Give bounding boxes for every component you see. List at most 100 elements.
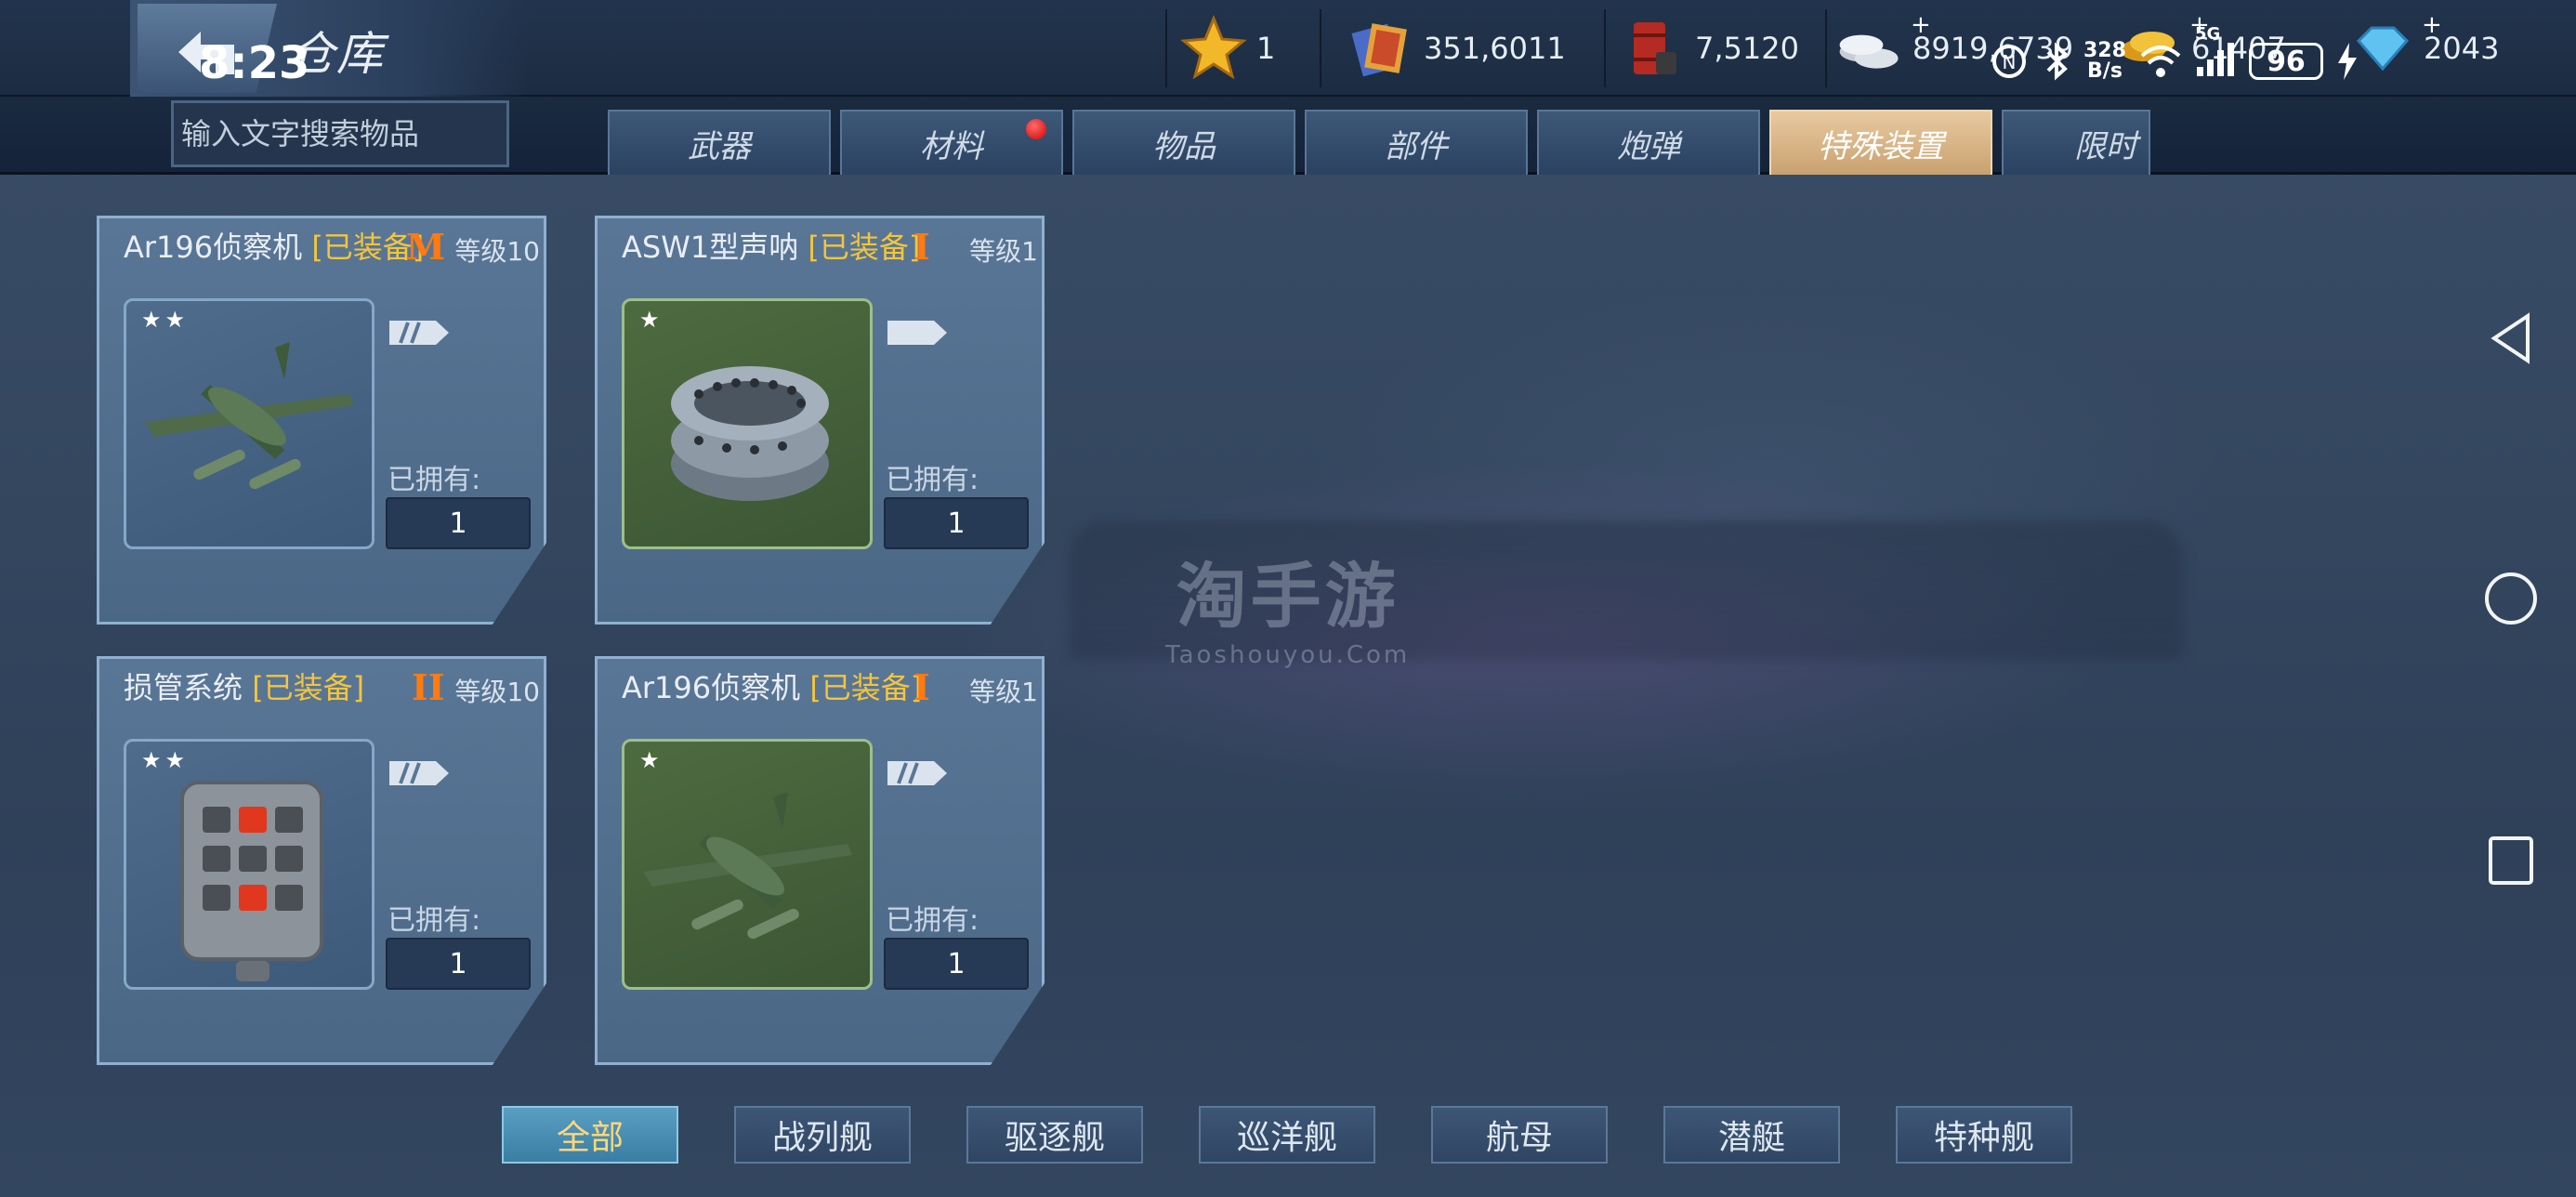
star-rating: ★★	[141, 747, 190, 773]
oil-barrel-icon	[1619, 15, 1686, 82]
item-name: Ar196侦察机 [已装备]	[124, 230, 425, 265]
owned-label: 已拥有:	[886, 464, 979, 496]
nfc-icon: N	[1992, 45, 2026, 78]
rank-badge: I	[913, 666, 930, 708]
rank-badge: M	[406, 226, 446, 268]
owned-count: 1	[386, 497, 531, 549]
star-rating: ★★	[141, 307, 190, 333]
rank-badge: II	[412, 666, 445, 708]
currency-value: 351,6011	[1424, 31, 1566, 66]
owned-count: 1	[386, 938, 531, 990]
wifi-icon	[2140, 46, 2181, 77]
grade-icon	[389, 321, 449, 345]
filter-battleship[interactable]: 战列舰	[734, 1106, 911, 1164]
tab-materials[interactable]: 材料	[840, 110, 1063, 175]
filter-label: 战列舰	[771, 1119, 873, 1157]
tab-parts[interactable]: 部件	[1305, 110, 1528, 175]
nav-home-icon[interactable]	[2483, 571, 2539, 626]
item-card[interactable]: ASW1型声呐 [已装备] I 等级1 ★ 已拥有: 1	[595, 216, 1045, 625]
signal-strength: 5G	[2195, 24, 2236, 82]
item-level: 等级1	[969, 677, 1038, 707]
filter-label: 驱逐舰	[1004, 1119, 1105, 1157]
filter-cruiser[interactable]: 巡洋舰	[1199, 1106, 1375, 1164]
item-card[interactable]: Ar196侦察机 [已装备] I 等级1 ★ 已拥有: 1	[595, 656, 1045, 1065]
item-level: 等级10	[454, 677, 540, 707]
top-bar: 仓库 8:23 1 351,6011 7,5120 8919,6739 + 61…	[0, 0, 2576, 97]
tab-label: 部件	[1385, 127, 1448, 165]
network-speed: 328 B/s	[2083, 39, 2126, 83]
signal-bars-icon	[2196, 43, 2234, 76]
tab-weapons[interactable]: 武器	[608, 110, 831, 175]
status-time: 8:23	[199, 37, 310, 89]
grade-icon	[389, 761, 449, 785]
tab-label: 炮弹	[1617, 127, 1680, 165]
item-thumbnail: ★★	[124, 739, 375, 990]
rank-badge: I	[913, 226, 930, 268]
star-rating: ★	[639, 747, 664, 773]
tab-special-devices[interactable]: 特殊装置	[1769, 110, 1992, 175]
owned-label: 已拥有:	[388, 464, 481, 496]
currency-value: 7,5120	[1695, 31, 1799, 66]
filter-destroyer[interactable]: 驱逐舰	[966, 1106, 1143, 1164]
filter-label: 全部	[556, 1119, 624, 1157]
filter-label: 潜艇	[1717, 1119, 1785, 1157]
add-diamond-icon[interactable]: +	[2422, 11, 2442, 39]
grade-icon	[887, 761, 947, 785]
tab-limited[interactable]: 限时	[2002, 110, 2150, 175]
filter-label: 特种舰	[1933, 1119, 2034, 1157]
notification-dot-icon	[1026, 119, 1046, 139]
filter-submarine[interactable]: 潜艇	[1663, 1106, 1840, 1164]
item-card[interactable]: Ar196侦察机 [已装备] M 等级10 ★★ 已拥有: 1	[97, 216, 546, 625]
tab-items[interactable]: 物品	[1072, 110, 1295, 175]
equipped-tag: [已装备]	[252, 670, 365, 705]
item-card[interactable]: 损管系统 [已装备] II 等级10 ★★ 已拥有: 1	[97, 656, 546, 1065]
divider	[1165, 9, 1167, 87]
item-level: 等级10	[454, 236, 540, 267]
currency-books: 351,6011	[1347, 19, 1566, 78]
seaplane-icon	[643, 792, 852, 940]
tab-label: 武器	[688, 127, 751, 165]
star-icon	[1180, 15, 1247, 82]
charging-icon	[2337, 43, 2357, 80]
watermark: 淘手游 Taoshouyou.Com	[1165, 539, 1410, 669]
watermark-subtitle: Taoshouyou.Com	[1165, 641, 1411, 669]
item-level: 等级1	[969, 236, 1038, 267]
sonar-icon	[671, 366, 829, 501]
tab-label: 材料	[920, 127, 983, 165]
currency-oil: 7,5120	[1619, 19, 1799, 78]
nav-recents-icon[interactable]	[2483, 833, 2539, 888]
currency-stars: 1	[1180, 15, 1275, 80]
filter-label: 航母	[1485, 1119, 1553, 1157]
tab-label: 物品	[1152, 127, 1216, 165]
item-thumbnail: ★★	[124, 298, 375, 549]
divider	[1604, 9, 1606, 87]
book-icon	[1347, 15, 1414, 82]
nav-back-icon[interactable]	[2483, 310, 2539, 366]
item-name: ASW1型声呐 [已装备]	[622, 230, 921, 265]
grade-icon	[887, 321, 947, 345]
tab-shells[interactable]: 炮弹	[1537, 110, 1760, 175]
star-rating: ★	[639, 307, 664, 333]
equipped-tag: [已装备]	[808, 230, 921, 265]
svg-text:N: N	[2003, 51, 2017, 73]
owned-count: 1	[884, 938, 1029, 990]
filter-all[interactable]: 全部	[502, 1106, 678, 1164]
owned-label: 已拥有:	[886, 904, 979, 937]
system-status: N 328 B/s 5G 96	[1989, 24, 2359, 89]
battery-indicator: 96	[2248, 43, 2323, 80]
search-input[interactable]	[171, 100, 509, 167]
equipped-tag: [已装备]	[809, 670, 923, 705]
divider	[1825, 9, 1827, 87]
owned-label: 已拥有:	[388, 904, 481, 937]
tab-label: 限时	[2074, 127, 2137, 165]
bluetooth-icon	[2046, 42, 2068, 81]
item-thumbnail: ★	[622, 298, 873, 549]
filter-carrier[interactable]: 航母	[1431, 1106, 1608, 1164]
tab-label: 特殊装置	[1818, 127, 1944, 165]
silver-coins-icon	[1836, 15, 1903, 82]
add-silver-icon[interactable]: +	[1911, 11, 1931, 39]
item-name: Ar196侦察机 [已装备]	[622, 670, 923, 705]
filter-label: 巡洋舰	[1236, 1119, 1337, 1157]
damage-control-icon	[180, 781, 323, 981]
filter-special-ship[interactable]: 特种舰	[1896, 1106, 2072, 1164]
